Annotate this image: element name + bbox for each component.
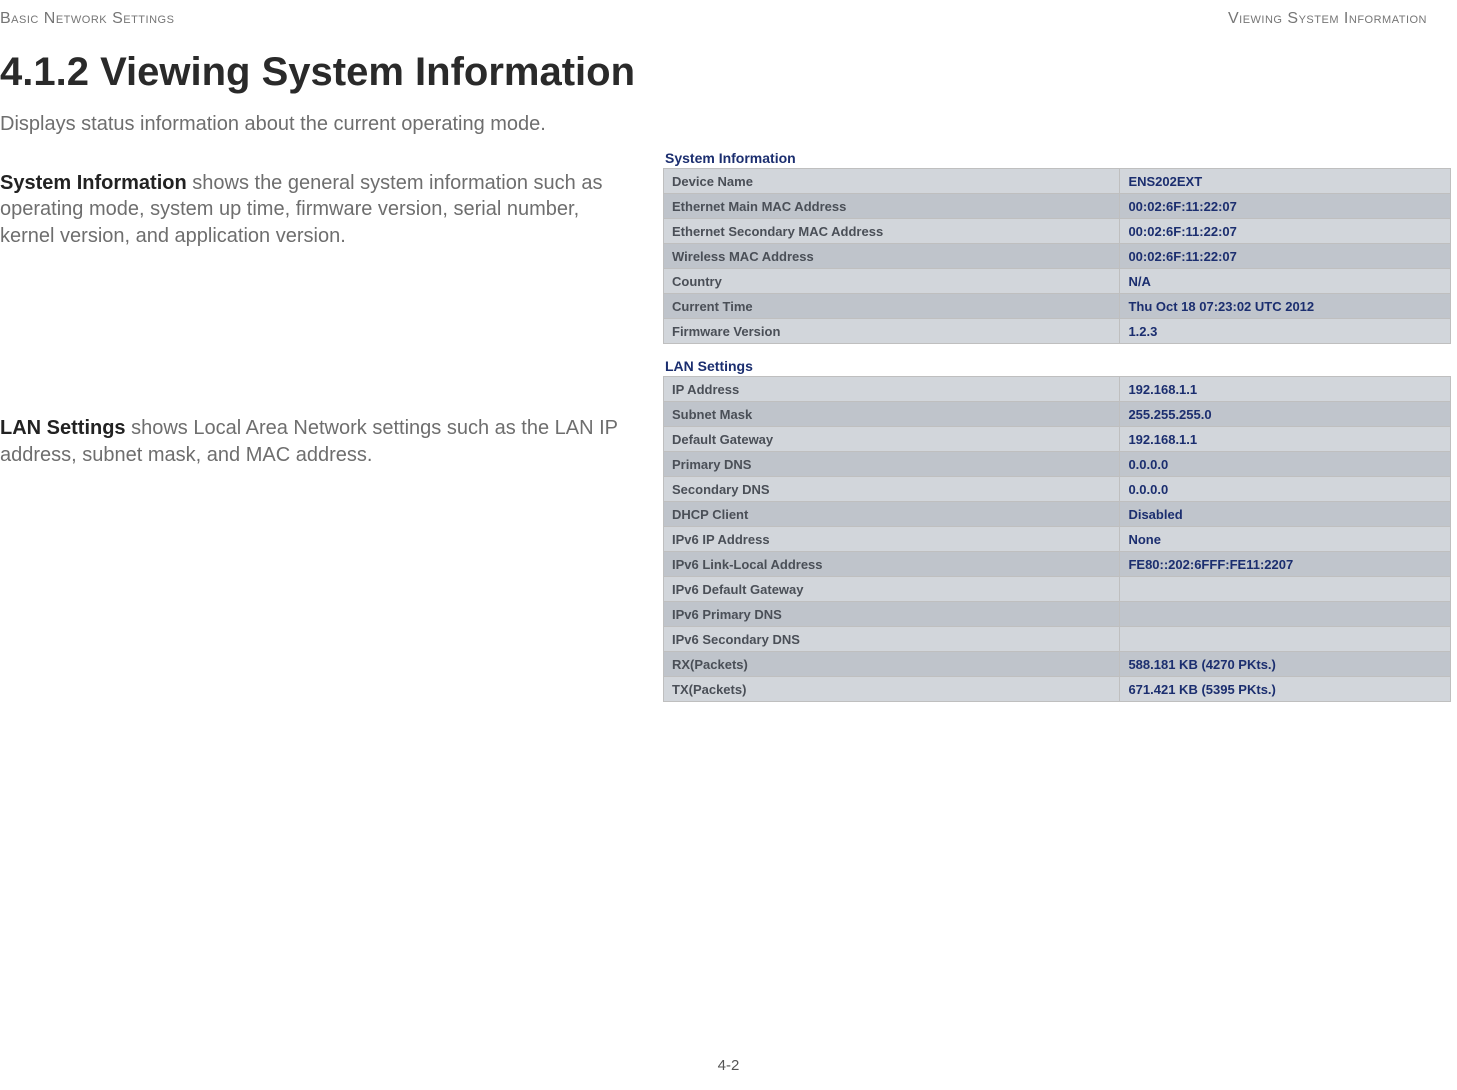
cell-label: IPv6 Primary DNS [664, 602, 1120, 627]
lan-settings-title: LAN Settings [665, 358, 1451, 374]
lan-settings-table: IP Address192.168.1.1 Subnet Mask255.255… [663, 376, 1451, 702]
system-information-panel: System Information Device NameENS202EXT … [663, 150, 1451, 344]
table-row: IPv6 Secondary DNS [664, 627, 1451, 652]
system-information-title: System Information [665, 150, 1451, 166]
cell-value: FE80::202:6FFF:FE11:2207 [1120, 552, 1451, 577]
intro-text: Displays status information about the cu… [0, 113, 1433, 136]
cell-label: IP Address [664, 377, 1120, 402]
lan-paragraph: LAN Settings shows Local Area Network se… [0, 415, 635, 468]
table-row: TX(Packets)671.421 KB (5395 PKts.) [664, 677, 1451, 702]
table-row: Subnet Mask255.255.255.0 [664, 402, 1451, 427]
table-row: Wireless MAC Address00:02:6F:11:22:07 [664, 244, 1451, 269]
cell-label: Country [664, 269, 1120, 294]
table-row: IPv6 Primary DNS [664, 602, 1451, 627]
table-row: IPv6 Link-Local AddressFE80::202:6FFF:FE… [664, 552, 1451, 577]
table-row: IPv6 Default Gateway [664, 577, 1451, 602]
cell-value: Thu Oct 18 07:23:02 UTC 2012 [1120, 294, 1451, 319]
cell-value: 192.168.1.1 [1120, 377, 1451, 402]
header-right: Viewing System Information [1228, 10, 1427, 28]
cell-label: Current Time [664, 294, 1120, 319]
cell-value: 255.255.255.0 [1120, 402, 1451, 427]
cell-value: 588.181 KB (4270 PKts.) [1120, 652, 1451, 677]
cell-value: 0.0.0.0 [1120, 452, 1451, 477]
cell-value [1120, 577, 1451, 602]
cell-label: Firmware Version [664, 319, 1120, 344]
cell-label: Default Gateway [664, 427, 1120, 452]
sysinfo-label: System Information [0, 172, 187, 194]
cell-value: 671.421 KB (5395 PKts.) [1120, 677, 1451, 702]
cell-value: 192.168.1.1 [1120, 427, 1451, 452]
table-row: DHCP ClientDisabled [664, 502, 1451, 527]
cell-value [1120, 627, 1451, 652]
cell-label: Secondary DNS [664, 477, 1120, 502]
cell-value [1120, 602, 1451, 627]
table-row: IPv6 IP AddressNone [664, 527, 1451, 552]
table-row: Firmware Version1.2.3 [664, 319, 1451, 344]
cell-label: Subnet Mask [664, 402, 1120, 427]
cell-label: IPv6 Secondary DNS [664, 627, 1120, 652]
table-row: Ethernet Main MAC Address00:02:6F:11:22:… [664, 194, 1451, 219]
cell-value: 00:02:6F:11:22:07 [1120, 244, 1451, 269]
lan-settings-panel: LAN Settings IP Address192.168.1.1 Subne… [663, 358, 1451, 702]
table-row: CountryN/A [664, 269, 1451, 294]
cell-value: 00:02:6F:11:22:07 [1120, 219, 1451, 244]
cell-value: 00:02:6F:11:22:07 [1120, 194, 1451, 219]
table-row: Current TimeThu Oct 18 07:23:02 UTC 2012 [664, 294, 1451, 319]
running-header: Basic Network Settings Viewing System In… [0, 10, 1433, 32]
cell-label: IPv6 Link-Local Address [664, 552, 1120, 577]
cell-label: Primary DNS [664, 452, 1120, 477]
cell-value: 0.0.0.0 [1120, 477, 1451, 502]
table-row: Primary DNS0.0.0.0 [664, 452, 1451, 477]
cell-label: DHCP Client [664, 502, 1120, 527]
cell-label: Wireless MAC Address [664, 244, 1120, 269]
table-row: Default Gateway192.168.1.1 [664, 427, 1451, 452]
system-information-table: Device NameENS202EXT Ethernet Main MAC A… [663, 168, 1451, 344]
cell-value: N/A [1120, 269, 1451, 294]
cell-value: None [1120, 527, 1451, 552]
cell-label: IPv6 Default Gateway [664, 577, 1120, 602]
table-row: Device NameENS202EXT [664, 169, 1451, 194]
cell-label: Ethernet Main MAC Address [664, 194, 1120, 219]
table-row: RX(Packets)588.181 KB (4270 PKts.) [664, 652, 1451, 677]
page-number: 4-2 [0, 1057, 1457, 1074]
table-row: Ethernet Secondary MAC Address00:02:6F:1… [664, 219, 1451, 244]
cell-label: TX(Packets) [664, 677, 1120, 702]
lan-label: LAN Settings [0, 417, 126, 439]
cell-label: Ethernet Secondary MAC Address [664, 219, 1120, 244]
cell-label: IPv6 IP Address [664, 527, 1120, 552]
cell-value: 1.2.3 [1120, 319, 1451, 344]
page-title: 4.1.2 Viewing System Information [0, 50, 1433, 95]
cell-value: Disabled [1120, 502, 1451, 527]
cell-label: Device Name [664, 169, 1120, 194]
header-left: Basic Network Settings [0, 10, 174, 28]
table-row: IP Address192.168.1.1 [664, 377, 1451, 402]
cell-value: ENS202EXT [1120, 169, 1451, 194]
sysinfo-paragraph: System Information shows the general sys… [0, 170, 635, 249]
cell-label: RX(Packets) [664, 652, 1120, 677]
table-row: Secondary DNS0.0.0.0 [664, 477, 1451, 502]
